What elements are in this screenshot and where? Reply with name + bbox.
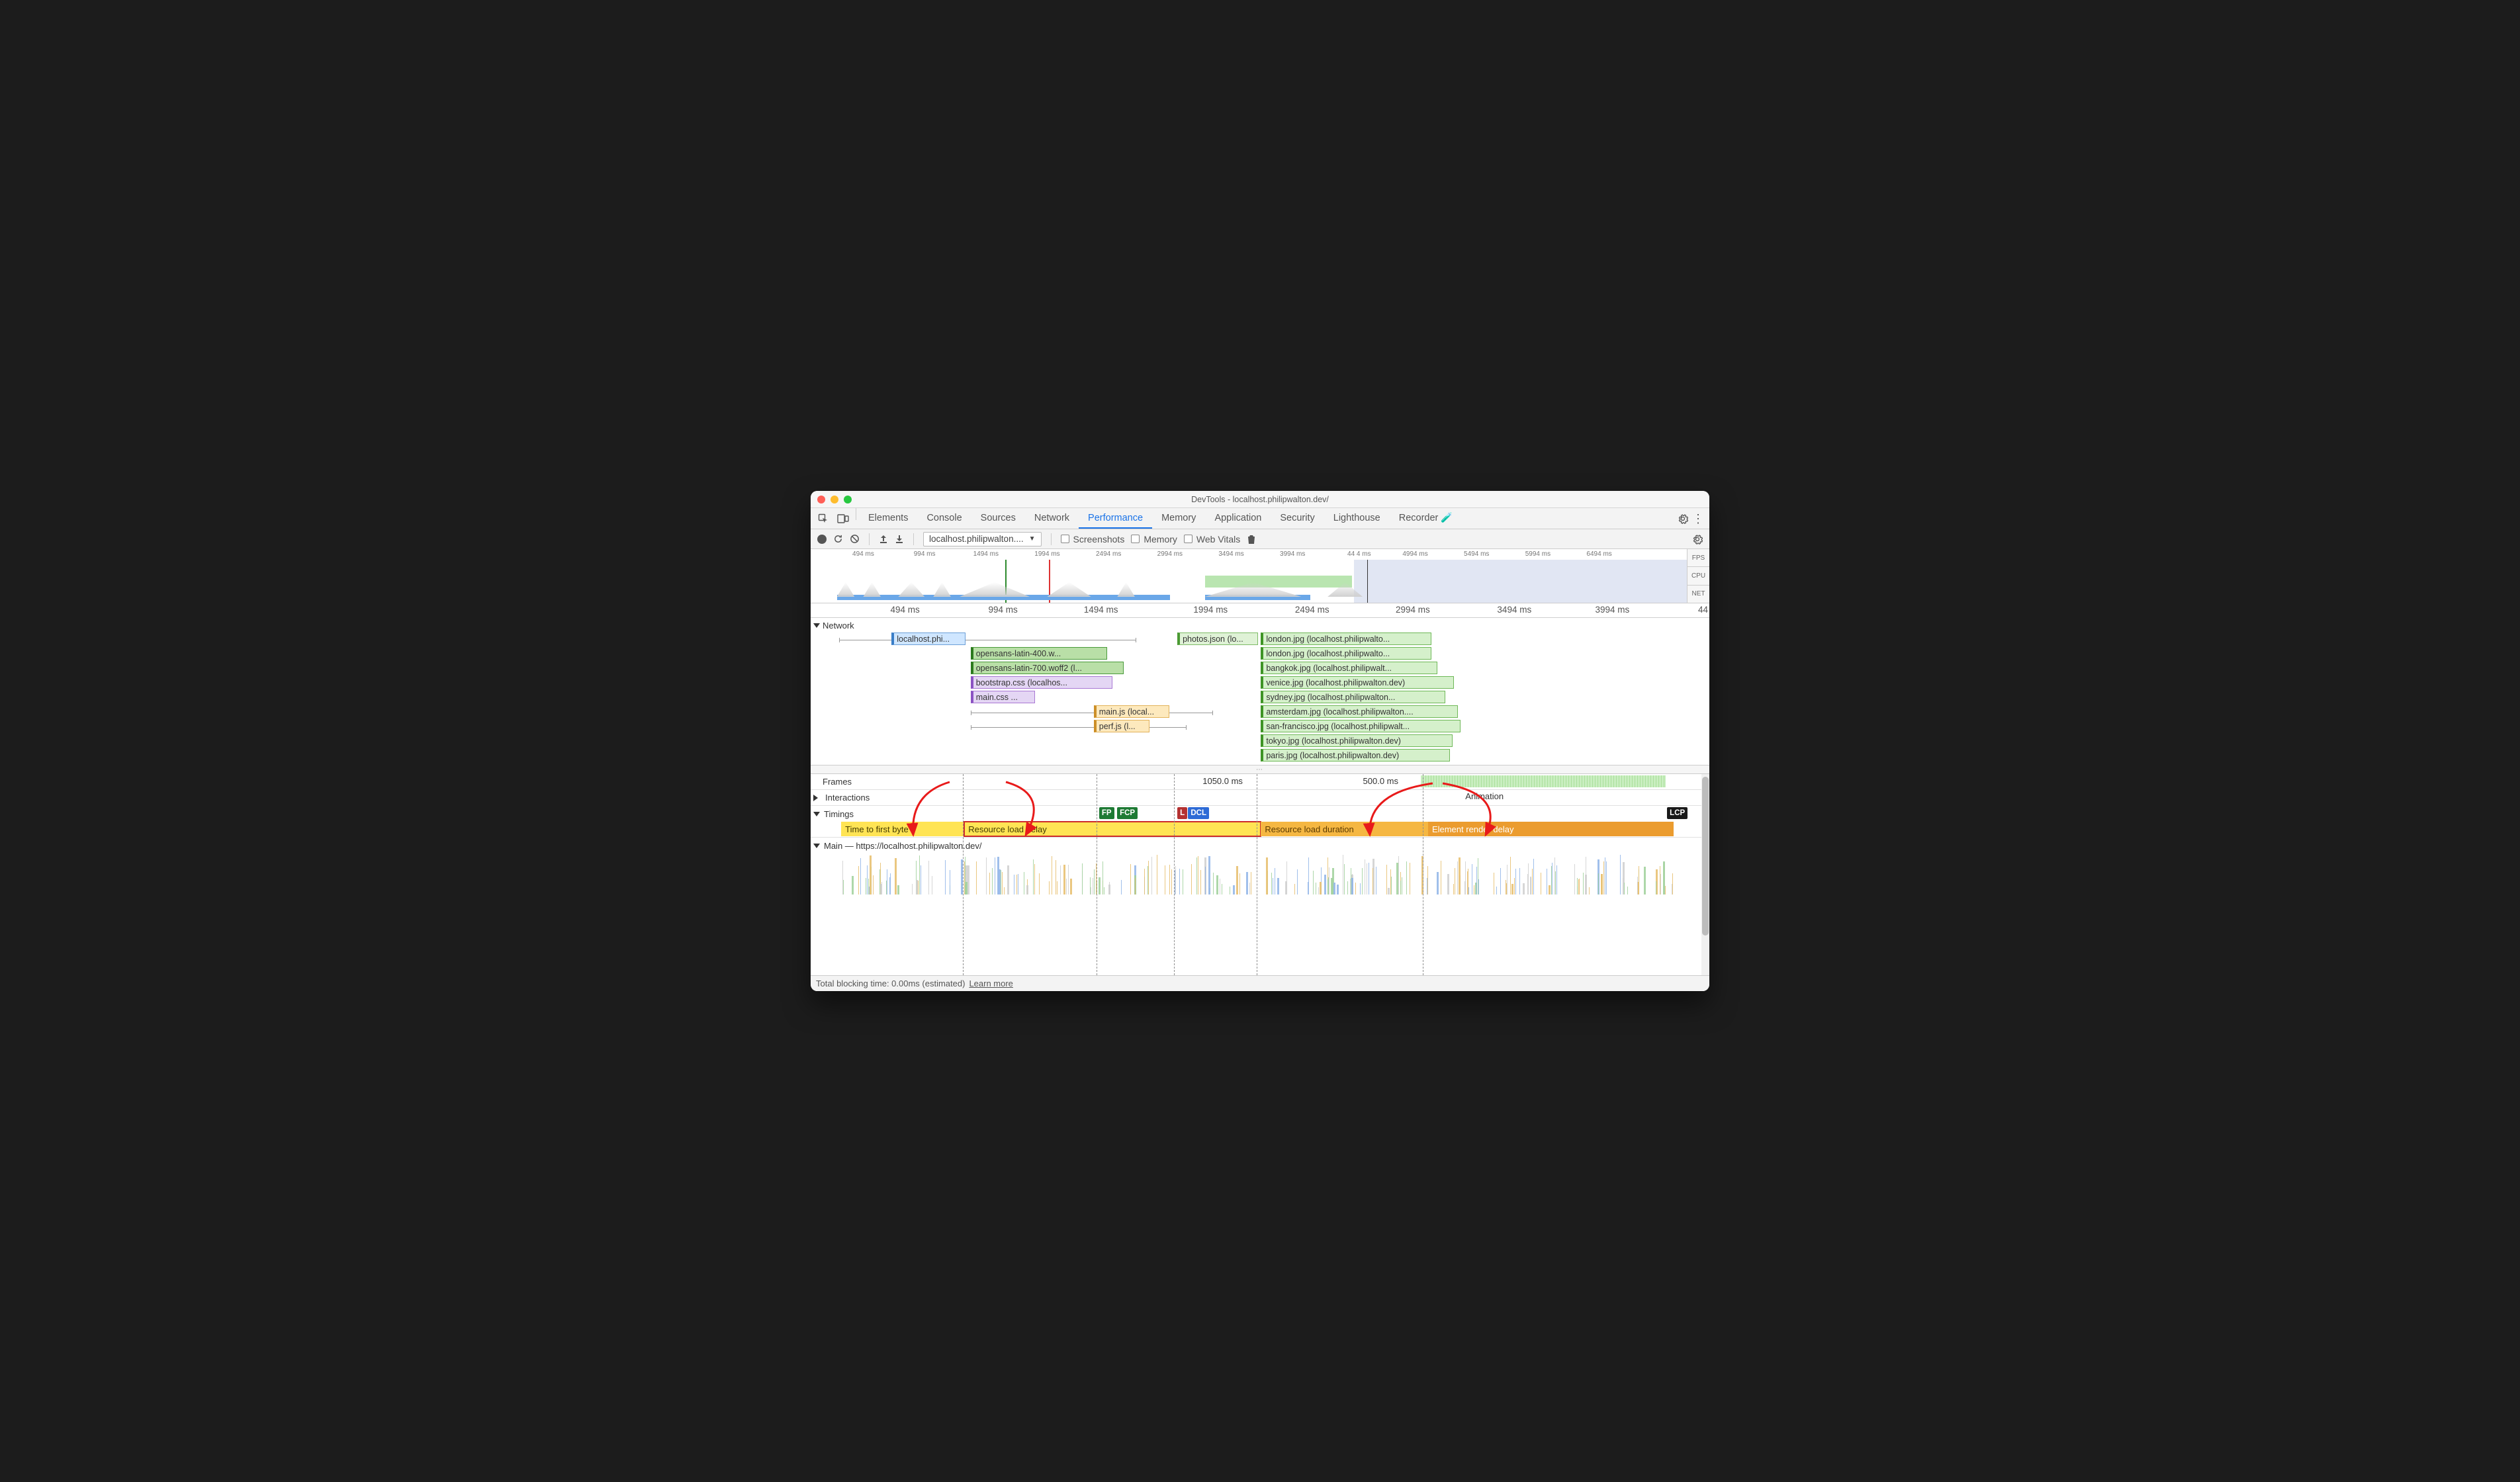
tab-console[interactable]: Console [917, 508, 971, 529]
traffic-minimize-icon[interactable] [831, 496, 838, 503]
tab-memory[interactable]: Memory [1152, 508, 1205, 529]
tab-sources[interactable]: Sources [971, 508, 1025, 529]
interactions-lane-header[interactable]: Interactions [811, 790, 1709, 806]
network-request[interactable]: san-francisco.jpg (localhost.philipwalt.… [1261, 720, 1460, 732]
window-titlebar: DevTools - localhost.philipwalton.dev/ [811, 491, 1709, 508]
timing-marker-lcp[interactable]: LCP [1667, 807, 1688, 819]
timing-bar[interactable]: Resource load duration [1261, 822, 1428, 836]
timing-bar[interactable]: Time to first byte [841, 822, 964, 836]
timing-bar[interactable]: Element render delay [1428, 822, 1674, 836]
timing-marker-dcl[interactable]: DCL [1188, 807, 1209, 819]
window-title: DevTools - localhost.philipwalton.dev/ [811, 495, 1709, 504]
frame-duration: 500.0 ms [1363, 776, 1398, 786]
net-label: NET [1688, 586, 1709, 603]
devtools-tabstrip: ElementsConsoleSourcesNetworkPerformance… [811, 508, 1709, 529]
learn-more-link[interactable]: Learn more [969, 979, 1012, 988]
performance-toolbar: localhost.philipwalton.... ▼ Screenshots… [811, 529, 1709, 549]
traffic-close-icon[interactable] [817, 496, 825, 503]
frames-lane-header[interactable]: Frames 1050.0 ms500.0 msAnimation [811, 774, 1709, 790]
timing-marker-l[interactable]: L [1177, 807, 1187, 819]
more-icon[interactable]: ⋮ [1692, 513, 1704, 525]
network-request[interactable]: bangkok.jpg (localhost.philipwalt... [1261, 662, 1437, 674]
overview-timeline[interactable]: 494 ms994 ms1494 ms1994 ms2494 ms2994 ms… [811, 549, 1709, 603]
network-lane-header[interactable]: Network [811, 618, 1709, 632]
network-request[interactable]: localhost.phi... [891, 632, 965, 645]
network-request[interactable]: opensans-latin-400.w... [971, 647, 1107, 660]
blocking-time-label: Total blocking time: 0.00ms (estimated) [816, 979, 965, 988]
network-request[interactable]: paris.jpg (localhost.philipwalton.dev) [1261, 749, 1449, 762]
tab-performance[interactable]: Performance [1079, 508, 1152, 529]
tab-recorder[interactable]: Recorder🧪 [1390, 508, 1462, 529]
device-toolbar-icon[interactable] [833, 508, 853, 529]
tab-network[interactable]: Network [1025, 508, 1079, 529]
tab-application[interactable]: Application [1205, 508, 1271, 529]
timings-lane-header[interactable]: Timings [811, 806, 1709, 822]
clear-icon[interactable] [850, 534, 860, 544]
webvitals-checkbox[interactable]: Web Vitals [1184, 534, 1240, 545]
traffic-zoom-icon[interactable] [844, 496, 852, 503]
record-button[interactable] [817, 535, 827, 544]
cpu-label: CPU [1688, 567, 1709, 585]
fps-label: FPS [1688, 549, 1709, 567]
network-request[interactable]: main.css ... [971, 691, 1036, 703]
timing-marker-fcp[interactable]: FCP [1117, 807, 1138, 819]
main-lane-header[interactable]: Main — https://localhost.philipwalton.de… [811, 838, 1709, 853]
network-request[interactable]: tokyo.jpg (localhost.philipwalton.dev) [1261, 734, 1452, 747]
memory-checkbox[interactable]: Memory [1131, 534, 1177, 545]
network-request[interactable]: venice.jpg (localhost.philipwalton.dev) [1261, 676, 1454, 689]
tab-elements[interactable]: Elements [859, 508, 917, 529]
network-request[interactable]: london.jpg (localhost.philipwalto... [1261, 632, 1431, 645]
frame-duration: 1050.0 ms [1202, 776, 1243, 786]
capture-settings-icon[interactable] [1692, 534, 1703, 545]
tab-lighthouse[interactable]: Lighthouse [1324, 508, 1390, 529]
status-bar: Total blocking time: 0.00ms (estimated) … [811, 975, 1709, 991]
flamechart-panel[interactable]: Frames 1050.0 ms500.0 msAnimation Intera… [811, 774, 1709, 975]
settings-icon[interactable] [1678, 513, 1688, 524]
screenshots-checkbox[interactable]: Screenshots [1061, 534, 1125, 545]
animation-label: Animation [1465, 791, 1504, 801]
network-request[interactable]: sydney.jpg (localhost.philipwalton... [1261, 691, 1445, 703]
pane-resizer[interactable]: ⋯ [811, 765, 1709, 774]
network-request[interactable]: london.jpg (localhost.philipwalto... [1261, 647, 1431, 660]
main-ruler[interactable]: 494 ms994 ms1494 ms1994 ms2494 ms2994 ms… [811, 603, 1709, 618]
network-request[interactable]: photos.json (lo... [1177, 632, 1258, 645]
inspect-element-icon[interactable] [813, 508, 833, 529]
network-request[interactable]: bootstrap.css (localhos... [971, 676, 1113, 689]
network-waterfall[interactable]: localhost.phi... opensans-latin-400.w... o… [811, 632, 1709, 765]
timing-marker-fp[interactable]: FP [1099, 807, 1114, 819]
profile-dropdown[interactable]: localhost.philipwalton.... ▼ [923, 532, 1042, 546]
flask-icon: 🧪 [1441, 512, 1453, 523]
save-profile-icon[interactable] [895, 535, 904, 544]
network-request[interactable]: main.js (local... [1094, 705, 1169, 718]
load-profile-icon[interactable] [879, 535, 888, 544]
timing-bar[interactable]: Resource load delay [964, 822, 1261, 836]
tab-security[interactable]: Security [1271, 508, 1324, 529]
collect-garbage-icon[interactable] [1247, 534, 1256, 545]
network-request[interactable]: perf.js (l... [1094, 720, 1149, 732]
reload-icon[interactable] [833, 534, 843, 544]
vertical-scrollbar[interactable] [1701, 774, 1709, 975]
network-request[interactable]: opensans-latin-700.woff2 (l... [971, 662, 1124, 674]
network-request[interactable]: amsterdam.jpg (localhost.philipwalton...… [1261, 705, 1457, 718]
